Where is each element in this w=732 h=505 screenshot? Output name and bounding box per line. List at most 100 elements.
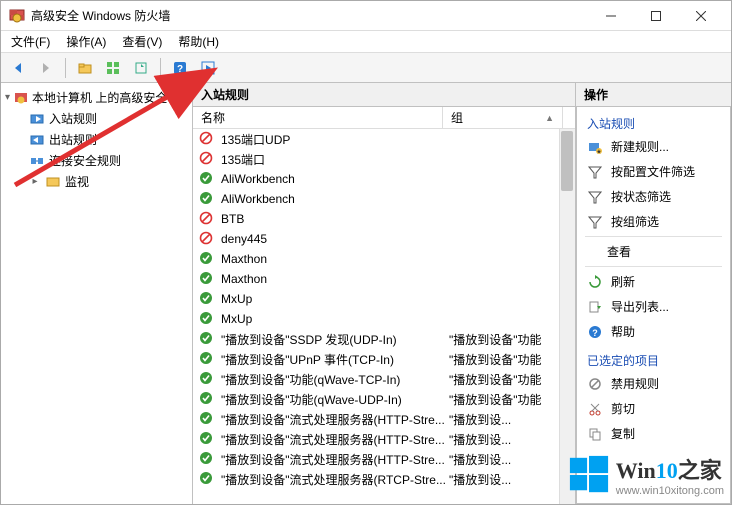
tree-outbound[interactable]: 出站规则 bbox=[3, 129, 190, 150]
disable-icon bbox=[587, 376, 603, 392]
action-disable-label: 禁用规则 bbox=[611, 375, 659, 392]
actions-pane: 操作 入站规则 ★ 新建规则... 按配置文件筛选 按状态筛选 bbox=[576, 83, 731, 504]
action-export-label: 导出列表... bbox=[611, 298, 669, 315]
menu-action[interactable]: 操作(A) bbox=[66, 33, 106, 50]
scrollbar-thumb[interactable] bbox=[561, 131, 573, 191]
action-help[interactable]: ? 帮助 bbox=[579, 319, 728, 344]
toolbar-folder-button[interactable] bbox=[74, 57, 96, 79]
table-row[interactable]: "播放到设备"流式处理服务器(HTTP-Stre..."播放到设... bbox=[193, 449, 575, 469]
table-row[interactable]: "播放到设备"功能(qWave-TCP-In)"播放到设备"功能 bbox=[193, 369, 575, 389]
svg-text:?: ? bbox=[177, 64, 183, 75]
table-row[interactable]: "播放到设备"UPnP 事件(TCP-In)"播放到设备"功能 bbox=[193, 349, 575, 369]
row-name: MxUp bbox=[221, 292, 449, 306]
row-group: "播放到设备"功能 bbox=[449, 351, 569, 368]
row-name: BTB bbox=[221, 212, 449, 226]
window-title: 高级安全 Windows 防火墙 bbox=[31, 7, 588, 24]
tree-root-label: 本地计算机 上的高级安全 Win bbox=[32, 89, 191, 106]
action-filter-group[interactable]: 按组筛选 bbox=[579, 209, 728, 234]
action-disable[interactable]: 禁用规则 bbox=[579, 371, 728, 396]
row-name: "播放到设备"功能(qWave-TCP-In) bbox=[221, 371, 449, 388]
column-group[interactable]: 组 ▲ bbox=[443, 107, 563, 128]
forward-button[interactable] bbox=[35, 57, 57, 79]
refresh-icon bbox=[587, 274, 603, 290]
action-refresh[interactable]: 刷新 bbox=[579, 269, 728, 294]
svg-text:★: ★ bbox=[596, 148, 601, 154]
tree-inbound[interactable]: 入站规则 bbox=[3, 108, 190, 129]
blocked-icon bbox=[199, 211, 215, 227]
row-group: "播放到设... bbox=[449, 411, 569, 428]
action-copy[interactable]: 复制 bbox=[579, 421, 728, 446]
table-row[interactable]: "播放到设备"SSDP 发现(UDP-In)"播放到设备"功能 bbox=[193, 329, 575, 349]
row-name: deny445 bbox=[221, 232, 449, 246]
table-row[interactable]: "播放到设备"流式处理服务器(HTTP-Stre..."播放到设... bbox=[193, 429, 575, 449]
table-row[interactable]: BTB bbox=[193, 209, 575, 229]
toolbar-help-button[interactable]: ? bbox=[169, 57, 191, 79]
allow-icon bbox=[199, 431, 215, 447]
close-button[interactable] bbox=[678, 2, 723, 30]
action-view-label: 查看 bbox=[607, 243, 631, 260]
blocked-icon bbox=[199, 231, 215, 247]
tree-connection-label: 连接安全规则 bbox=[49, 152, 121, 169]
row-name: "播放到设备"流式处理服务器(RTCP-Stre... bbox=[221, 471, 449, 488]
action-new-rule[interactable]: ★ 新建规则... bbox=[579, 134, 728, 159]
monitor-icon bbox=[45, 174, 61, 190]
list-body[interactable]: 135端口UDP135端口AliWorkbenchAliWorkbenchBTB… bbox=[193, 129, 575, 504]
maximize-button[interactable] bbox=[633, 2, 678, 30]
action-filter-profile[interactable]: 按配置文件筛选 bbox=[579, 159, 728, 184]
menu-view[interactable]: 查看(V) bbox=[122, 33, 162, 50]
back-button[interactable] bbox=[7, 57, 29, 79]
cut-icon bbox=[587, 401, 603, 417]
menu-file[interactable]: 文件(F) bbox=[11, 33, 50, 50]
app-icon bbox=[9, 8, 25, 24]
toolbar-play-button[interactable] bbox=[197, 57, 219, 79]
table-row[interactable]: Maxthon bbox=[193, 269, 575, 289]
expand-icon[interactable]: ▸ bbox=[29, 176, 41, 187]
export-icon bbox=[587, 299, 603, 315]
actions-section-inbound: 入站规则 bbox=[579, 111, 728, 134]
table-row[interactable]: deny445 bbox=[193, 229, 575, 249]
action-cut[interactable]: 剪切 bbox=[579, 396, 728, 421]
minimize-button[interactable] bbox=[588, 2, 633, 30]
table-row[interactable]: Maxthon bbox=[193, 249, 575, 269]
row-name: "播放到设备"流式处理服务器(HTTP-Stre... bbox=[221, 451, 449, 468]
table-row[interactable]: MxUp bbox=[193, 309, 575, 329]
action-export[interactable]: 导出列表... bbox=[579, 294, 728, 319]
menu-help[interactable]: 帮助(H) bbox=[178, 33, 219, 50]
tree-root[interactable]: ▾ 本地计算机 上的高级安全 Win bbox=[3, 87, 190, 108]
allow-icon bbox=[199, 251, 215, 267]
divider bbox=[585, 236, 722, 237]
toolbar-export-button[interactable] bbox=[130, 57, 152, 79]
tree-monitor[interactable]: ▸ 监视 bbox=[3, 171, 190, 192]
column-group-label: 组 bbox=[451, 109, 463, 126]
tree-connection[interactable]: 连接安全规则 bbox=[3, 150, 190, 171]
table-row[interactable]: "播放到设备"流式处理服务器(RTCP-Stre..."播放到设... bbox=[193, 469, 575, 489]
filter-icon bbox=[587, 189, 603, 205]
row-name: Maxthon bbox=[221, 272, 449, 286]
tree-outbound-label: 出站规则 bbox=[49, 131, 97, 148]
action-new-rule-label: 新建规则... bbox=[611, 138, 669, 155]
table-row[interactable]: AliWorkbench bbox=[193, 169, 575, 189]
column-name[interactable]: 名称 bbox=[193, 107, 443, 128]
row-name: 135端口 bbox=[221, 151, 449, 168]
table-row[interactable]: "播放到设备"功能(qWave-UDP-In)"播放到设备"功能 bbox=[193, 389, 575, 409]
allow-icon bbox=[199, 411, 215, 427]
action-filter-state-label: 按状态筛选 bbox=[611, 188, 671, 205]
blocked-icon bbox=[199, 131, 215, 147]
toolbar-grid-button[interactable] bbox=[102, 57, 124, 79]
action-view[interactable]: 查看 bbox=[579, 239, 728, 264]
table-row[interactable]: MxUp bbox=[193, 289, 575, 309]
collapse-icon[interactable]: ▾ bbox=[5, 92, 10, 103]
firewall-icon bbox=[14, 90, 28, 106]
table-row[interactable]: "播放到设备"流式处理服务器(HTTP-Stre..."播放到设... bbox=[193, 409, 575, 429]
action-filter-state[interactable]: 按状态筛选 bbox=[579, 184, 728, 209]
table-row[interactable]: AliWorkbench bbox=[193, 189, 575, 209]
scrollbar[interactable] bbox=[559, 129, 575, 504]
tree-monitor-label: 监视 bbox=[65, 173, 89, 190]
allow-icon bbox=[199, 371, 215, 387]
table-row[interactable]: 135端口 bbox=[193, 149, 575, 169]
table-row[interactable]: 135端口UDP bbox=[193, 129, 575, 149]
action-help-label: 帮助 bbox=[611, 323, 635, 340]
toolbar-separator bbox=[160, 58, 161, 78]
action-filter-group-label: 按组筛选 bbox=[611, 213, 659, 230]
allow-icon bbox=[199, 271, 215, 287]
